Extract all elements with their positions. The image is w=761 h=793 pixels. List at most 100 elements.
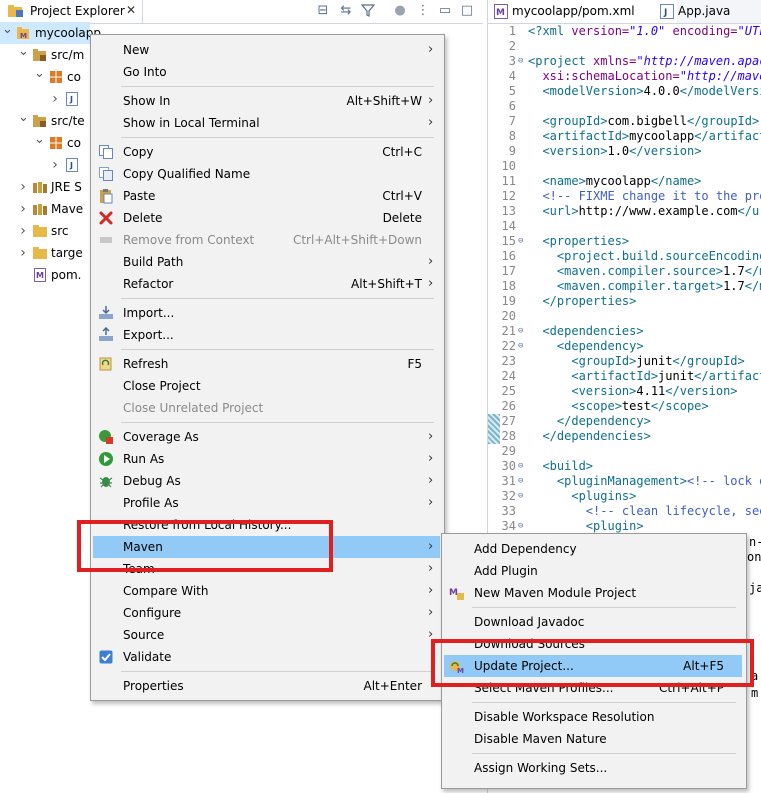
menu-item-go-into[interactable]: Go Into (93, 61, 440, 83)
menu-item-properties[interactable]: Properties Alt+Enter (93, 675, 440, 697)
svg-text:M: M (496, 8, 505, 18)
chevron-down-icon[interactable]: ⌄ (2, 19, 13, 41)
menu-item-configure[interactable]: Configure › (93, 602, 440, 624)
tree-item[interactable]: ⌄ src/m (0, 44, 90, 66)
menu-item-label: Copy Qualified Name (123, 167, 251, 181)
code-line: 22 ⊖ <dependency> (488, 339, 761, 354)
chevron-right-icon[interactable]: › (50, 154, 60, 176)
menu-item-refactor[interactable]: Refactor Alt+Shift+T › (93, 273, 440, 295)
menu-item-run-as[interactable]: Run As › (93, 448, 440, 470)
fold-toggle-icon[interactable]: ⊖ (518, 519, 523, 534)
chevron-right-icon[interactable]: › (50, 88, 60, 110)
tree-item[interactable]: ⌄ co (0, 132, 90, 154)
minimize-icon[interactable]: ▭ (437, 3, 453, 19)
chevron-right-icon: › (428, 473, 434, 488)
chevron-down-icon[interactable]: ⌄ (18, 107, 29, 129)
code-text: <!-- clean lifecycle, see (528, 504, 761, 519)
tab-pom-xml[interactable]: M mycoolapp/pom.xml (488, 0, 677, 23)
chevron-right-icon[interactable]: › (18, 198, 28, 220)
fold-toggle-icon[interactable]: ⊖ (518, 489, 523, 504)
line-number: 9 (508, 144, 516, 158)
menu-item-copy[interactable]: Copy Ctrl+C (93, 141, 440, 163)
tree-item[interactable]: ⌄ co (0, 66, 90, 88)
collapse-all-icon[interactable]: ⊟ (315, 3, 331, 19)
line-number: 14 (501, 219, 516, 233)
tree-item[interactable]: › JRE S (0, 176, 90, 198)
menu-item-profile-as[interactable]: Profile As › (93, 492, 440, 514)
code-token: <plugins> (528, 489, 637, 503)
menu-item-close-project[interactable]: Close Project (93, 375, 440, 397)
menu-item-disable-workspace-resolution[interactable]: Disable Workspace Resolution (444, 706, 742, 728)
tree-item[interactable]: ⌄ src/te (0, 110, 90, 132)
code-token: </artifact (694, 129, 761, 143)
chevron-right-icon: › (428, 539, 434, 554)
tab-app-java[interactable]: J App.java (654, 0, 761, 23)
fold-toggle-icon[interactable]: ⊖ (518, 234, 523, 249)
chevron-right-icon[interactable]: › (18, 242, 28, 264)
fold-toggle-icon[interactable]: ⊖ (518, 474, 523, 489)
tab-project-explorer[interactable]: Project Explorer ✕ (0, 0, 143, 23)
menu-item-label: Remove from Context (123, 233, 255, 247)
line-number: 22 (501, 339, 516, 353)
menu-item-show-in[interactable]: Show In Alt+Shift+W › (93, 90, 440, 112)
close-icon[interactable]: ✕ (126, 3, 136, 17)
code-line: 31⊖ <pluginManagement><!-- lock do (488, 474, 761, 489)
menu-item-validate[interactable]: Validate (93, 646, 440, 668)
tree-item[interactable]: › J (0, 88, 90, 110)
menu-item-delete[interactable]: Delete Delete (93, 207, 440, 229)
menu-item-build-path[interactable]: Build Path › (93, 251, 440, 273)
menu-item-refresh[interactable]: Refresh F5 (93, 353, 440, 375)
fold-toggle-icon[interactable]: ⊖ (518, 459, 523, 474)
menu-item-paste[interactable]: Paste Ctrl+V (93, 185, 440, 207)
chevron-right-icon[interactable]: › (18, 176, 28, 198)
menu-item-copy-qualified-name[interactable]: Copy Qualified Name (93, 163, 440, 185)
tree-item-label: src/m (51, 48, 85, 62)
tree-item[interactable]: Mpom. (0, 264, 90, 286)
code-text: <maven.compiler.source>1.7</ma (528, 264, 761, 279)
menu-item-add-plugin[interactable]: Add Plugin (444, 560, 742, 582)
tree-item[interactable]: › src (0, 220, 90, 242)
code-text: <plugins> (528, 489, 636, 504)
chevron-down-icon[interactable]: ⌄ (34, 129, 45, 151)
menu-item-disable-maven-nature[interactable]: Disable Maven Nature (444, 728, 742, 750)
menu-item-download-javadoc[interactable]: Download Javadoc (444, 611, 742, 633)
tree-item[interactable]: › targe (0, 242, 90, 264)
view-menu-icon[interactable]: ⋮ (415, 3, 431, 19)
menu-item-coverage-as[interactable]: Coverage As › (93, 426, 440, 448)
menu-item-show-in-local-terminal[interactable]: Show in Local Terminal › (93, 112, 440, 134)
focus-icon[interactable]: ● (392, 3, 408, 19)
code-text: <plugin> (528, 519, 644, 534)
menu-item-compare-with[interactable]: Compare With › (93, 580, 440, 602)
code-token: <modelVersion> (528, 84, 644, 98)
project-explorer-icon (8, 4, 24, 18)
menu-separator (121, 422, 434, 423)
fold-toggle-icon[interactable]: ⊖ (518, 54, 523, 69)
tree-item[interactable]: › Mave (0, 198, 90, 220)
fold-toggle-icon[interactable]: ⊖ (518, 324, 523, 339)
chevron-right-icon[interactable]: › (18, 220, 28, 242)
menu-item-new-maven-module-project[interactable]: M New Maven Module Project (444, 582, 742, 604)
menu-item-export[interactable]: Export... (93, 324, 440, 346)
menu-item-new[interactable]: New › (93, 39, 440, 61)
menu-item-assign-working-sets[interactable]: Assign Working Sets... (444, 757, 742, 779)
menu-item-label: Compare With (123, 584, 209, 598)
menu-item-accelerator: Ctrl+Alt+Shift+Down (292, 233, 422, 247)
fold-toggle-icon[interactable]: ⊖ (518, 339, 523, 354)
chevron-down-icon[interactable]: ⌄ (18, 41, 29, 63)
link-with-editor-icon[interactable]: ⇆ (338, 3, 354, 19)
menu-item-accelerator: Ctrl+V (382, 189, 422, 203)
refresh-icon (98, 356, 114, 372)
maximize-icon[interactable]: □ (459, 3, 475, 19)
chevron-right-icon: › (428, 276, 434, 291)
tree-item[interactable]: ⌄ Mmycoolapp (0, 19, 101, 44)
menu-item-import[interactable]: Import... (93, 302, 440, 324)
code-line: 29 (488, 444, 761, 459)
menu-item-source[interactable]: Source › (93, 624, 440, 646)
tree-item[interactable]: › J (0, 154, 90, 176)
filter-icon[interactable] (360, 3, 376, 19)
line-number: 4 (508, 69, 516, 83)
menu-item-add-dependency[interactable]: Add Dependency (444, 538, 742, 560)
menu-item-label: Profile As (123, 496, 179, 510)
chevron-down-icon[interactable]: ⌄ (34, 63, 45, 85)
menu-item-debug-as[interactable]: Debug As › (93, 470, 440, 492)
